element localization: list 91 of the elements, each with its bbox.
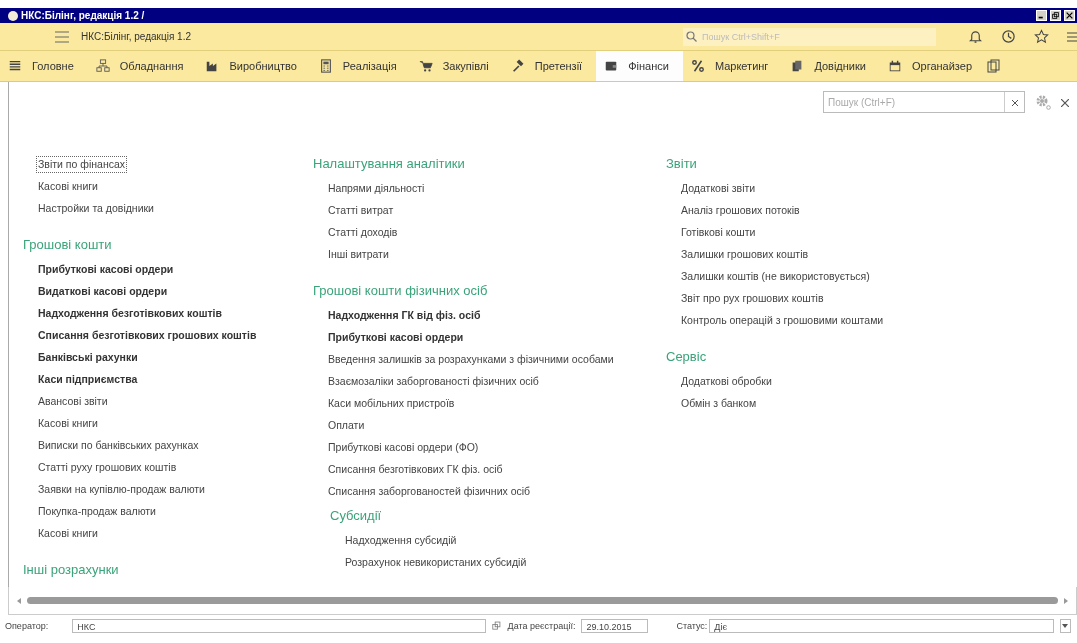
menu-link[interactable]: Прибуткові касові ордери (ФО) bbox=[326, 439, 481, 456]
list-icon bbox=[8, 59, 22, 73]
history-icon[interactable] bbox=[1001, 29, 1016, 44]
section-tab[interactable]: Органайзер bbox=[879, 51, 986, 81]
hierarchy-icon bbox=[95, 59, 110, 73]
menu-link[interactable]: Аналіз грошових потоків bbox=[679, 202, 802, 219]
global-search-field[interactable]: Пошук Ctrl+Shift+F bbox=[700, 30, 924, 43]
percent-icon bbox=[690, 59, 705, 73]
menu-link[interactable]: Статті доходів bbox=[326, 224, 400, 241]
section-tab[interactable]: Довідники bbox=[782, 51, 880, 81]
menu-link[interactable]: Контроль операцій з грошовими коштами bbox=[679, 312, 886, 329]
menu-link[interactable]: Списання заборгованостей фізичних осіб bbox=[326, 483, 533, 500]
menu-link[interactable]: Видаткові касові ордери bbox=[36, 283, 170, 300]
menu-link[interactable]: Авансові звіти bbox=[36, 393, 110, 410]
menu-link[interactable]: Надходження ГК від фіз. осіб bbox=[326, 307, 483, 324]
menu-link[interactable]: Розрахунок невикористаних субсидій bbox=[343, 554, 529, 571]
menu-link[interactable]: Напрями діяльності bbox=[326, 180, 427, 197]
section-heading: Налаштування аналітики bbox=[313, 156, 465, 171]
menu-link[interactable]: Прибуткові касові ордери bbox=[36, 261, 176, 278]
date-label: Дата реєстрації: bbox=[507, 621, 576, 631]
search-field[interactable]: Пошук (Ctrl+F) bbox=[823, 91, 1025, 113]
restore-icon[interactable] bbox=[1050, 10, 1061, 21]
section-tab[interactable]: Обладнання bbox=[87, 51, 198, 81]
calendar-icon bbox=[887, 59, 902, 73]
menu-link[interactable]: Касові книги bbox=[36, 525, 100, 542]
menu-link[interactable]: Настройки та довідники bbox=[36, 200, 156, 217]
scroll-left-icon[interactable] bbox=[17, 597, 21, 604]
menu-link[interactable]: Каси підприємства bbox=[36, 371, 140, 388]
menu-link[interactable]: Касові книги bbox=[36, 178, 100, 195]
status-field[interactable]: Діє bbox=[709, 619, 1054, 633]
menu-link[interactable]: Готівкові кошти bbox=[679, 224, 758, 241]
menu-link[interactable]: Касові книги bbox=[36, 415, 100, 432]
menu-link[interactable]: Додаткові обробки bbox=[679, 373, 774, 390]
section-heading: Субсидії bbox=[330, 508, 382, 523]
menu-link[interactable]: Банківські рахунки bbox=[36, 349, 140, 366]
menu-link[interactable]: Звіти по фінансах bbox=[36, 156, 128, 173]
global-search-field[interactable]: Пошук Ctrl+Shift+F bbox=[683, 27, 936, 46]
section-tab[interactable]: Головне bbox=[0, 51, 88, 81]
app-icon bbox=[8, 10, 18, 21]
dropdown-icon[interactable] bbox=[1059, 619, 1071, 633]
search-icon bbox=[686, 31, 697, 42]
menu-link[interactable]: Статті руху грошових коштів bbox=[36, 459, 179, 476]
section-heading: Звіти bbox=[666, 156, 697, 171]
section-tab[interactable]: Закупівлі bbox=[410, 51, 503, 81]
section-tab[interactable]: Претензії bbox=[502, 51, 597, 81]
menu-link[interactable]: Виписки по банківських рахунках bbox=[36, 437, 201, 454]
menu-link[interactable]: Каси мобільних пристроїв bbox=[326, 395, 457, 412]
operator-label: Оператор: bbox=[5, 621, 49, 631]
menu-link[interactable]: Додаткові звіти bbox=[679, 180, 758, 197]
menu-link[interactable]: Залишки грошових коштів bbox=[679, 246, 811, 263]
menu-link[interactable]: Заявки на купівлю-продаж валюти bbox=[36, 481, 207, 498]
menu-link[interactable]: Звіт про рух грошових коштів bbox=[679, 290, 826, 307]
bell-icon[interactable] bbox=[968, 29, 983, 44]
menu-link[interactable]: Залишки коштів (не використовується) bbox=[679, 268, 872, 285]
window-title: НКС:Білінг, редакція 1.2 / bbox=[21, 10, 146, 21]
menu-link[interactable]: Списання безготівкових ГК фіз. осіб bbox=[326, 461, 505, 478]
menu-link[interactable]: Оплати bbox=[326, 417, 367, 434]
calculator-icon bbox=[318, 59, 333, 73]
menu-link[interactable]: Списання безготівкових грошових коштів bbox=[36, 327, 259, 344]
menu-link[interactable]: Надходження безготівкових коштів bbox=[36, 305, 224, 322]
menu-link[interactable]: Обмін з банком bbox=[679, 395, 759, 412]
clear-icon bbox=[1011, 99, 1018, 106]
scroll-right-icon[interactable] bbox=[1064, 597, 1068, 604]
status-label: Статус: bbox=[676, 621, 708, 631]
menu-link[interactable]: Прибуткові касові ордери bbox=[326, 329, 466, 346]
star-icon[interactable] bbox=[1034, 29, 1049, 44]
wallet-icon bbox=[604, 59, 619, 73]
menu-link[interactable]: Надходження субсидій bbox=[343, 532, 459, 549]
section-tab[interactable]: Фінанси bbox=[596, 51, 683, 81]
close-icon[interactable] bbox=[1064, 10, 1075, 21]
operator-field[interactable]: НКС bbox=[72, 619, 487, 633]
section-tab[interactable]: Маркетинг bbox=[682, 51, 783, 81]
menu-link[interactable]: Введення залишків за розрахунками з фізичними особами bbox=[326, 351, 616, 368]
minimize-icon[interactable] bbox=[1036, 10, 1047, 21]
horizontal-scrollbar[interactable] bbox=[17, 596, 1068, 605]
section-heading: Грошові кошти bbox=[23, 237, 112, 252]
date-field[interactable]: 29.10.2015 bbox=[581, 619, 649, 633]
menu-link[interactable]: Інші витрати bbox=[326, 246, 391, 263]
books-icon[interactable] bbox=[986, 59, 1002, 73]
menu-link[interactable]: Покупка-продаж валюти bbox=[36, 503, 158, 520]
section-tab[interactable]: Реалізація bbox=[310, 51, 411, 81]
gavel-icon bbox=[510, 59, 525, 73]
section-heading: Сервіс bbox=[666, 349, 707, 364]
menu-link[interactable]: Взаємозаліки заборгованості фізичних осіб bbox=[326, 373, 541, 390]
copy-icon[interactable] bbox=[492, 620, 502, 632]
app-title: НКС:Білінг, редакція 1.2 bbox=[81, 31, 192, 42]
section-heading: Грошові кошти фізичних осіб bbox=[313, 283, 488, 298]
cart-icon bbox=[418, 59, 433, 73]
section-tab[interactable]: Виробництво bbox=[197, 51, 311, 81]
menu-link[interactable]: Статті витрат bbox=[326, 202, 396, 219]
section-heading: Інші розрахунки bbox=[23, 562, 119, 577]
